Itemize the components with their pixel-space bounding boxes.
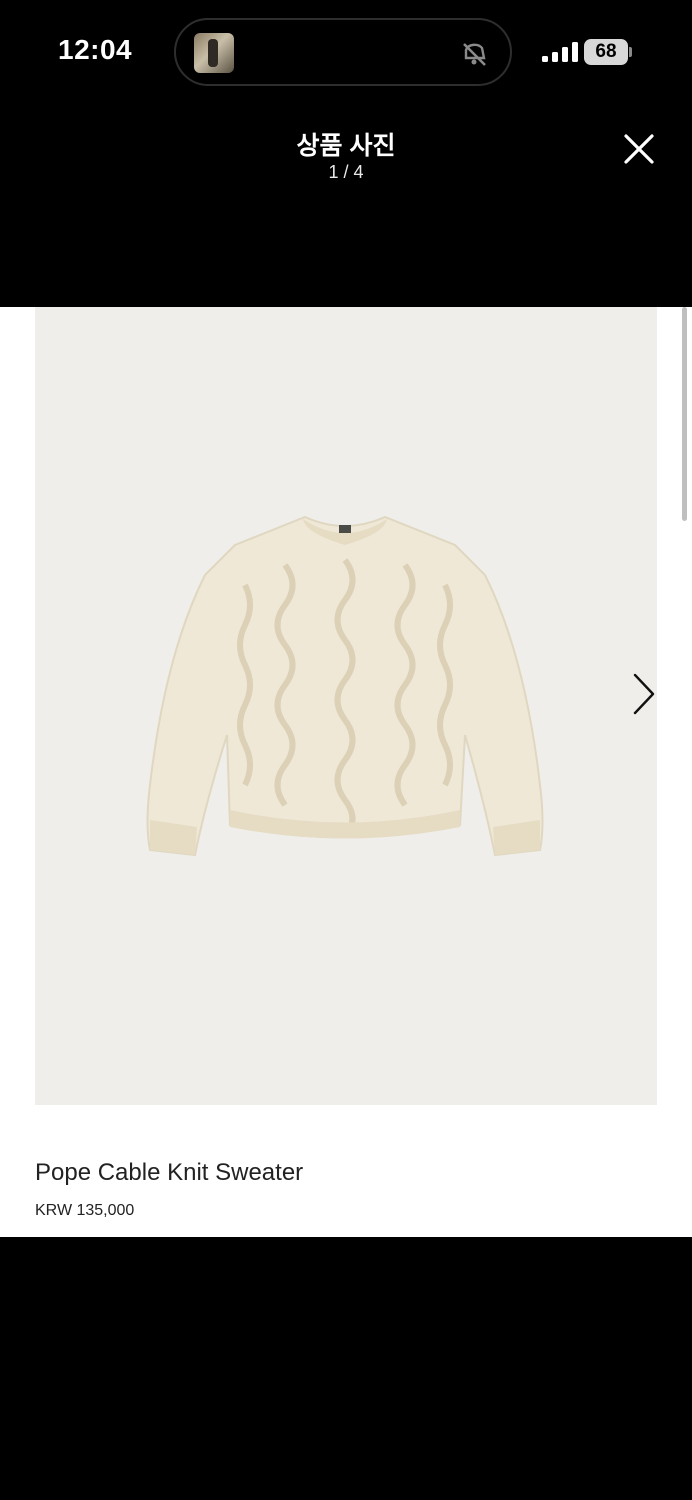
- status-time: 12:04: [58, 34, 133, 65]
- battery-nub: [629, 47, 632, 57]
- page-title: 상품 사진: [296, 132, 396, 160]
- image-counter: 1 / 4: [328, 162, 364, 182]
- chevron-right-icon[interactable]: [625, 669, 661, 719]
- close-icon[interactable]: [616, 126, 662, 172]
- bottom-backdrop: [0, 1237, 692, 1500]
- status-bar: 12:04 68: [0, 0, 692, 104]
- product-name: Pope Cable Knit Sweater: [35, 1159, 304, 1186]
- dynamic-island[interactable]: [174, 18, 512, 86]
- product-price: KRW 135,000: [35, 1202, 135, 1219]
- muted-icon: [463, 43, 486, 66]
- product-image[interactable]: [35, 307, 657, 1105]
- viewer-header: 상품 사진 1 / 4: [0, 104, 692, 307]
- image-viewer-content: Pope Cable Knit Sweater KRW 135,000: [0, 307, 692, 1237]
- sweater-illustration: [146, 515, 544, 857]
- scrollbar[interactable]: [682, 307, 687, 521]
- battery-indicator: 68: [584, 39, 628, 65]
- signal-icon: [542, 42, 578, 62]
- photo-thumbnail-icon: [194, 33, 234, 73]
